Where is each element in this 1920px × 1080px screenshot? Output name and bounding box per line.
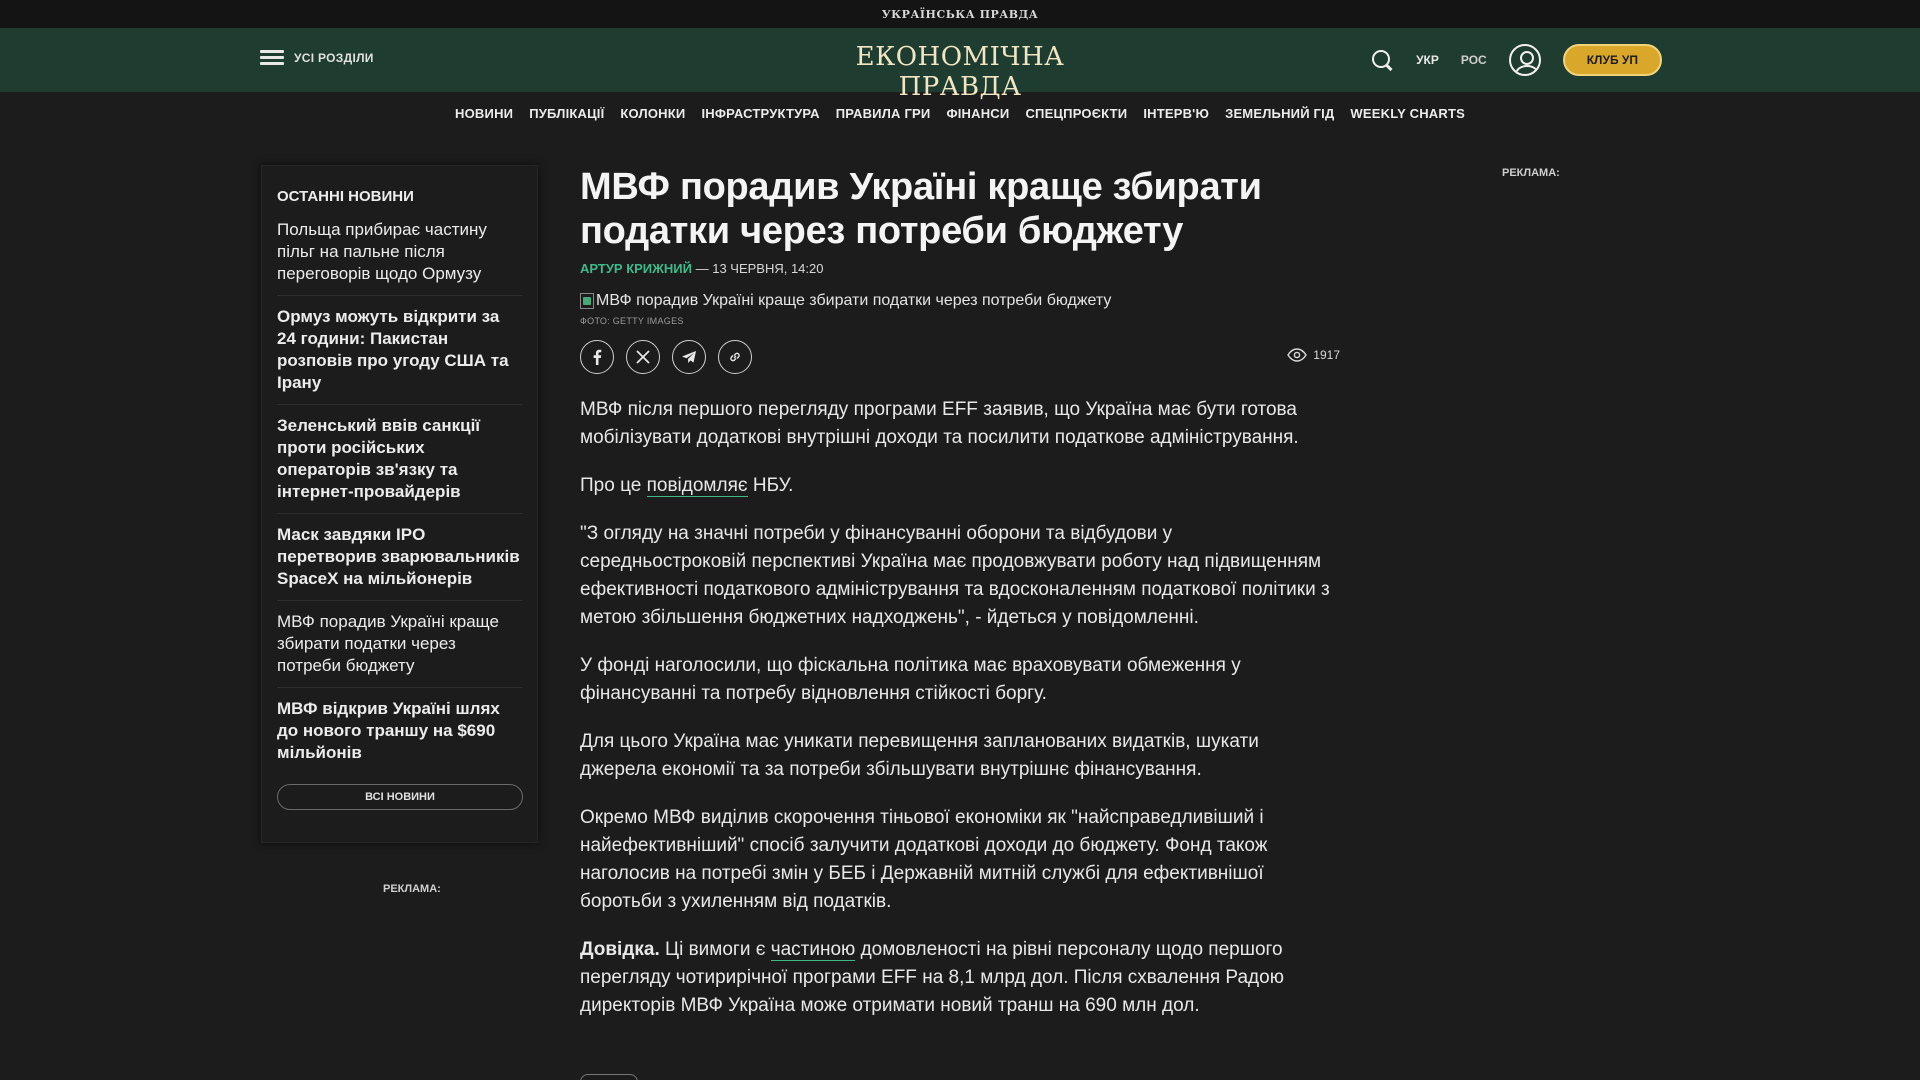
paragraph: МВФ після першого перегляду програми EFF… bbox=[580, 399, 1299, 448]
share-bar: 1917 bbox=[580, 340, 1340, 374]
article-title: МВФ порадив Україні краще збирати податк… bbox=[580, 166, 1262, 252]
broken-image-icon bbox=[580, 293, 594, 309]
paragraph: Довідка. Ці вимоги є частиною домовленос… bbox=[580, 939, 1284, 1016]
related-link[interactable]: частиною bbox=[770, 939, 856, 961]
source-link[interactable]: повідомляє bbox=[646, 475, 748, 497]
header: УСІ РОЗДІЛИ ЕКОНОМІЧНА ПРАВДА УКР РОС КЛ… bbox=[0, 28, 1920, 102]
article: МВФ порадив Україні краще збирати податк… bbox=[580, 165, 1340, 1040]
top-strip: УКРАЇНСЬКА ПРАВДА bbox=[0, 0, 1920, 28]
facebook-share-icon[interactable] bbox=[580, 340, 614, 374]
header-actions: УКР РОС КЛУБ УП bbox=[1370, 42, 1662, 78]
up-brand-link[interactable]: УКРАЇНСЬКА ПРАВДА bbox=[882, 8, 1038, 21]
nav-item-interview[interactable]: ІНТЕРВ'Ю bbox=[1143, 106, 1209, 121]
lang-ros-link[interactable]: РОС bbox=[1461, 53, 1487, 67]
image-alt-text: МВФ порадив Україні краще збирати податк… bbox=[596, 292, 1112, 309]
nav-item-finance[interactable]: ФІНАНСИ bbox=[946, 106, 1009, 121]
search-icon[interactable] bbox=[1370, 48, 1394, 72]
article-image: МВФ порадив Україні краще збирати податк… bbox=[580, 292, 1340, 310]
nav-item-rules[interactable]: ПРАВИЛА ГРИ bbox=[836, 106, 931, 121]
all-news-button[interactable]: ВСІ НОВИНИ bbox=[277, 784, 523, 810]
latest-news-title: ОСТАННІ НОВИНИ bbox=[277, 188, 414, 205]
telegram-share-icon[interactable] bbox=[672, 340, 706, 374]
lang-ukr-link[interactable]: УКР bbox=[1416, 53, 1439, 67]
nav-item-news[interactable]: НОВИНИ bbox=[455, 106, 513, 121]
all-sections-label: УСІ РОЗДІЛИ bbox=[294, 51, 374, 65]
photo-credit: ФОТО: GETTY IMAGES bbox=[580, 316, 684, 326]
paragraph: Про це повідомляє НБУ. bbox=[580, 475, 794, 497]
views-counter: 1917 bbox=[1287, 348, 1340, 362]
news-item[interactable]: Зеленський ввів санкції проти російських… bbox=[277, 415, 522, 514]
article-body: МВФ після першого перегляду програми EFF… bbox=[580, 396, 1340, 1020]
nav-item-weekly-charts[interactable]: WEEKLY CHARTS bbox=[1350, 106, 1465, 121]
paragraph: Для цього Україна має уникати перевищенн… bbox=[580, 731, 1259, 780]
publish-date: — 13 ЧЕРВНЯ, 14:20 bbox=[691, 261, 824, 276]
user-account-icon[interactable] bbox=[1508, 44, 1541, 76]
x-share-icon[interactable] bbox=[626, 340, 660, 374]
news-item[interactable]: Ормуз можуть відкрити за 24 години: Паки… bbox=[277, 306, 522, 405]
news-item[interactable]: МВФ відкрив Україні шлях до нового транш… bbox=[277, 698, 522, 774]
latest-news-sidebar: ОСТАННІ НОВИНИ Польща прибирає частину п… bbox=[261, 165, 538, 843]
club-up-button[interactable]: КЛУБ УП bbox=[1562, 44, 1662, 76]
news-item[interactable]: Польща прибирає частину пільг на пальне … bbox=[277, 219, 522, 296]
sidebar-ad-label: РЕКЛАМА: bbox=[383, 883, 441, 895]
main-nav: НОВИНИ ПУБЛІКАЦІЇ КОЛОНКИ ІНФРАСТРУКТУРА… bbox=[0, 92, 1920, 134]
tag-button[interactable] bbox=[580, 1074, 638, 1080]
right-ad-label: РЕКЛАМА: bbox=[1502, 167, 1560, 179]
nav-item-columns[interactable]: КОЛОНКИ bbox=[620, 106, 685, 121]
author-link[interactable]: АРТУР КРИЖНИЙ bbox=[580, 261, 692, 276]
paragraph: У фонді наголосили, що фіскальна політик… bbox=[580, 655, 1241, 704]
article-byline: АРТУР КРИЖНИЙ — 13 ЧЕРВНЯ, 14:20 bbox=[580, 261, 1340, 276]
news-item[interactable]: МВФ порадив Україні краще збирати податк… bbox=[277, 611, 522, 688]
nav-item-infrastructure[interactable]: ІНФРАСТРУКТУРА bbox=[701, 106, 819, 121]
paragraph: "З огляду на значні потреби у фінансуван… bbox=[580, 523, 1330, 628]
all-sections-button[interactable]: УСІ РОЗДІЛИ bbox=[260, 50, 374, 66]
eye-icon bbox=[1287, 348, 1308, 362]
paragraph: Окремо МВФ виділив скорочення тіньової е… bbox=[580, 807, 1268, 912]
nav-item-land-guide[interactable]: ЗЕМЕЛЬНИЙ ГІД bbox=[1225, 106, 1334, 121]
nav-item-publications[interactable]: ПУБЛІКАЦІЇ bbox=[529, 106, 604, 121]
hamburger-icon bbox=[260, 50, 284, 66]
views-count: 1917 bbox=[1313, 348, 1340, 362]
nav-item-special-projects[interactable]: СПЕЦПРОЄКТИ bbox=[1025, 106, 1127, 121]
news-item[interactable]: Маск завдяки IPO перетворив зварювальник… bbox=[277, 524, 522, 601]
copy-link-icon[interactable] bbox=[718, 340, 752, 374]
